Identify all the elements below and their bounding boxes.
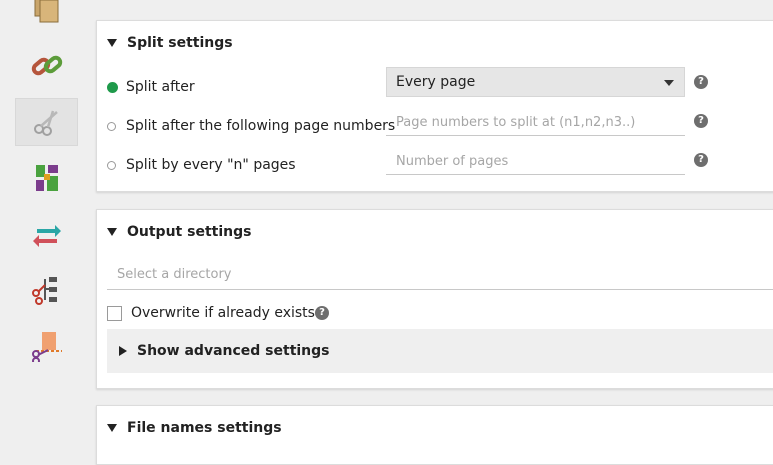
- split-every-n-label: Split by every "n" pages: [126, 157, 296, 173]
- split-page-numbers-radio[interactable]: [107, 121, 116, 131]
- scissors-icon: [33, 110, 58, 136]
- split-settings-panel: Split settings Split after Every page ? …: [96, 20, 773, 192]
- collapse-triangle-icon: [107, 424, 117, 432]
- output-settings-panel: Output settings Overwrite if already exi…: [96, 209, 773, 389]
- expand-triangle-icon: [119, 346, 127, 356]
- help-icon[interactable]: ?: [694, 75, 708, 89]
- split-every-n-option[interactable]: Split by every "n" pages: [107, 157, 296, 173]
- collapse-triangle-icon: [107, 39, 117, 47]
- show-advanced-settings-label: Show advanced settings: [137, 343, 330, 359]
- sidebar-item-link[interactable]: [15, 42, 78, 90]
- chevron-down-icon: [664, 80, 674, 86]
- page-numbers-input[interactable]: [386, 110, 685, 136]
- help-icon[interactable]: ?: [694, 114, 708, 128]
- number-of-pages-input[interactable]: [386, 149, 685, 175]
- split-after-select-value: Every page: [396, 74, 476, 90]
- sidebar-item-mix[interactable]: [15, 154, 78, 202]
- sidebar-item-split-by-size[interactable]: [15, 322, 78, 370]
- overwrite-label: Overwrite if already exists: [131, 305, 315, 321]
- sidebar-item-split-by-bookmarks[interactable]: [15, 266, 78, 314]
- split-after-radio[interactable]: [107, 81, 118, 93]
- mosaic-icon: [35, 165, 58, 191]
- collapse-triangle-icon: [107, 228, 117, 236]
- overwrite-checkbox[interactable]: [107, 305, 122, 321]
- sidebar-item-merge[interactable]: [15, 0, 78, 34]
- chain-link-icon: [31, 55, 62, 76]
- file-names-settings-panel: File names settings: [96, 405, 773, 465]
- directory-input[interactable]: [107, 260, 773, 290]
- tool-sidebar: [0, 0, 92, 450]
- split-page-numbers-option[interactable]: Split after the following page numbers: [107, 118, 395, 134]
- cut-page-icon: [31, 332, 62, 362]
- split-every-n-radio[interactable]: [107, 160, 116, 170]
- split-after-select[interactable]: Every page: [386, 67, 685, 97]
- split-after-option[interactable]: Split after: [107, 79, 195, 95]
- file-names-settings-header[interactable]: File names settings: [107, 418, 282, 438]
- split-after-label: Split after: [126, 79, 195, 95]
- split-settings-header[interactable]: Split settings: [107, 33, 233, 53]
- overwrite-option[interactable]: Overwrite if already exists: [107, 305, 315, 321]
- output-settings-title: Output settings: [127, 224, 252, 240]
- file-names-settings-title: File names settings: [127, 420, 282, 436]
- tree-scissors-icon: [31, 277, 57, 305]
- sidebar-item-rotate[interactable]: [15, 210, 78, 258]
- sidebar-item-split[interactable]: [15, 98, 78, 146]
- rotate-arrows-icon: [32, 225, 61, 247]
- help-icon[interactable]: ?: [694, 153, 708, 167]
- split-settings-title: Split settings: [127, 35, 233, 51]
- split-page-numbers-label: Split after the following page numbers: [126, 118, 396, 134]
- show-advanced-settings-toggle[interactable]: Show advanced settings: [107, 329, 773, 373]
- documents-icon: [34, 0, 58, 23]
- help-icon[interactable]: ?: [315, 306, 329, 320]
- output-settings-header[interactable]: Output settings: [107, 222, 251, 242]
